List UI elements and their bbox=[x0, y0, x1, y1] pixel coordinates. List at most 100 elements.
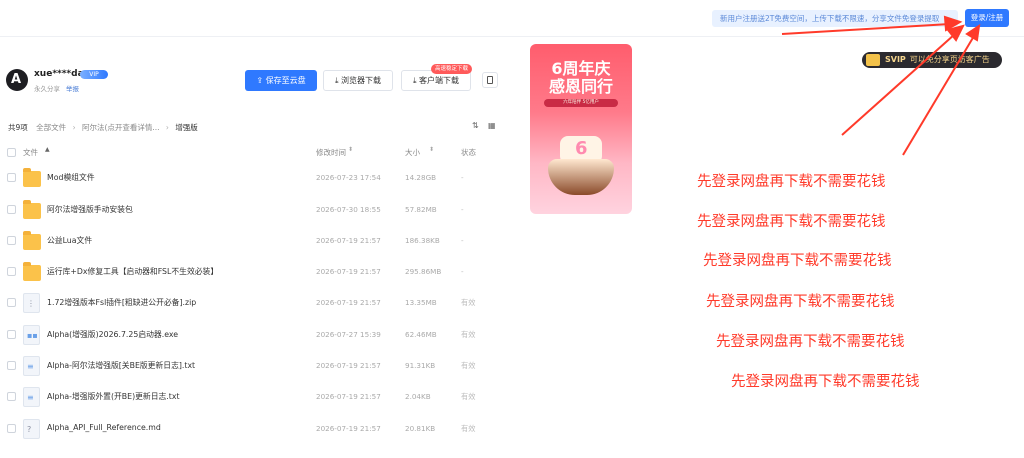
row-checkbox[interactable] bbox=[7, 267, 16, 276]
text-file-icon: ≡ bbox=[23, 387, 40, 407]
table-row[interactable]: 运行库+Dx修复工具【启动器和FSL不生效必装】 2026-07-19 21:5… bbox=[0, 257, 520, 287]
file-size: 57.82MB bbox=[405, 205, 437, 214]
download-icon: ⤓ bbox=[412, 76, 417, 85]
file-date: 2026-07-19 21:57 bbox=[316, 392, 381, 401]
avatar[interactable]: A bbox=[6, 69, 28, 91]
file-date: 2026-07-30 18:55 bbox=[316, 205, 381, 214]
item-count: 共9项 bbox=[8, 123, 28, 132]
chevron-right-icon: › bbox=[165, 123, 169, 132]
header-status: 状态 bbox=[461, 148, 476, 157]
text-file-icon: ≡ bbox=[23, 356, 40, 376]
document-icon bbox=[487, 76, 493, 84]
file-date: 2026-07-23 17:54 bbox=[316, 173, 381, 182]
file-size: 13.35MB bbox=[405, 298, 437, 307]
browser-download-button[interactable]: ⤓ 浏览器下载 bbox=[323, 70, 393, 91]
annotation-note: 先登录网盘再下载不需要花钱 bbox=[697, 174, 886, 190]
share-meta: 永久分享 举报 bbox=[34, 83, 79, 93]
table-row[interactable]: ≡ Alpha-增强版外置(开BE)更新日志.txt 2026-07-19 21… bbox=[0, 382, 520, 412]
annotation-note: 先登录网盘再下载不需要花钱 bbox=[697, 214, 886, 230]
annotation-note: 先登录网盘再下载不需要花钱 bbox=[731, 374, 920, 390]
file-name[interactable]: 阿尔法增强版手动安装包 bbox=[47, 204, 133, 215]
report-link[interactable]: 举报 bbox=[66, 85, 79, 93]
file-size: 295.86MB bbox=[405, 267, 442, 276]
folder-icon bbox=[23, 200, 41, 219]
select-all-checkbox[interactable] bbox=[7, 148, 16, 157]
folder-icon bbox=[23, 168, 41, 187]
anniversary-ad[interactable]: 6周年庆 感恩同行 六年陪伴 5亿用户 6 bbox=[530, 44, 632, 214]
breadcrumb-item-all[interactable]: 全部文件 bbox=[36, 123, 66, 132]
table-row[interactable]: ▪▪ Alpha(增强版)2026.7.25启动器.exe 2026-07-27… bbox=[0, 320, 520, 350]
file-name[interactable]: Mod模组文件 bbox=[47, 172, 95, 183]
table-row[interactable]: 阿尔法增强版手动安装包 2026-07-30 18:55 57.82MB - bbox=[0, 195, 520, 225]
more-options-button[interactable] bbox=[482, 72, 498, 88]
file-status: 有效 bbox=[461, 392, 476, 401]
sort-asc-icon[interactable]: ▲ bbox=[45, 146, 50, 153]
save-icon: ⇪ bbox=[256, 76, 264, 85]
svip-text: 可以免分享页访客广告 bbox=[909, 55, 990, 64]
file-name[interactable]: 公益Lua文件 bbox=[47, 235, 92, 246]
file-name[interactable]: 1.72增强版本Fsl插件[粗缺进公开必备].zip bbox=[47, 297, 196, 308]
file-status: - bbox=[461, 173, 464, 182]
table-row[interactable]: Mod模组文件 2026-07-23 17:54 14.28GB - bbox=[0, 163, 520, 193]
grid-view-icon[interactable]: ▦ bbox=[488, 121, 496, 130]
file-name[interactable]: Alpha(增强版)2026.7.25启动器.exe bbox=[47, 329, 178, 340]
vip-badge: VIP bbox=[80, 70, 108, 79]
row-checkbox[interactable] bbox=[7, 330, 16, 339]
table-row[interactable]: ⋮ 1.72增强版本Fsl插件[粗缺进公开必备].zip 2026-07-19 … bbox=[0, 288, 520, 318]
save-to-cloud-button[interactable]: ⇪ 保存至云盘 bbox=[245, 70, 317, 91]
row-checkbox[interactable] bbox=[7, 424, 16, 433]
zip-file-icon: ⋮ bbox=[23, 293, 40, 313]
file-size: 62.46MB bbox=[405, 330, 437, 339]
file-name[interactable]: Alpha_API_Full_Reference.md bbox=[47, 423, 161, 432]
ad-title-line2: 感恩同行 bbox=[548, 77, 613, 96]
file-size: 186.38KB bbox=[405, 236, 440, 245]
breadcrumb-item-alpha[interactable]: 阿尔法(点开查看详情... bbox=[82, 123, 160, 132]
table-header: 文件 ▲ 修改时间 大小 状态 ⬍ ⬍ bbox=[0, 145, 520, 159]
annotation-note: 先登录网盘再下载不需要花钱 bbox=[706, 294, 895, 310]
row-checkbox[interactable] bbox=[7, 205, 16, 214]
ad-title: 6周年庆 感恩同行 bbox=[530, 60, 632, 96]
folder-icon bbox=[23, 262, 41, 281]
chevron-right-icon: › bbox=[72, 123, 76, 132]
file-name[interactable]: 运行库+Dx修复工具【启动器和FSL不生效必装】 bbox=[47, 266, 218, 277]
file-name[interactable]: Alpha-增强版外置(开BE)更新日志.txt bbox=[47, 391, 180, 402]
avatar-letter: A bbox=[11, 72, 22, 87]
row-checkbox[interactable] bbox=[7, 392, 16, 401]
top-bar: 新用户注册送2T免费空间，上传下载不限速，分享文件免登录提取 登录/注册 bbox=[0, 0, 1024, 37]
table-row[interactable]: ≡ Alpha-阿尔法增强版[关BE版更新日志].txt 2026-07-19 … bbox=[0, 351, 520, 381]
cake-number: 6 bbox=[575, 138, 588, 159]
file-status: - bbox=[461, 236, 464, 245]
row-checkbox[interactable] bbox=[7, 361, 16, 370]
file-status: - bbox=[461, 205, 464, 214]
table-row[interactable]: ? Alpha_API_Full_Reference.md 2026-07-19… bbox=[0, 414, 520, 444]
file-size: 2.04KB bbox=[405, 392, 431, 401]
promo-banner[interactable]: 新用户注册送2T免费空间，上传下载不限速，分享文件免登录提取 bbox=[712, 10, 958, 27]
login-register-button[interactable]: 登录/注册 bbox=[965, 9, 1009, 27]
browser-download-label: 浏览器下载 bbox=[341, 76, 382, 85]
share-duration: 永久分享 bbox=[34, 85, 60, 93]
save-label: 保存至云盘 bbox=[265, 76, 306, 85]
sort-icon[interactable]: ⬍ bbox=[348, 146, 353, 153]
file-date: 2026-07-19 21:57 bbox=[316, 298, 381, 307]
crown-icon bbox=[866, 54, 880, 66]
header-date[interactable]: 修改时间 bbox=[316, 147, 346, 158]
table-row[interactable]: 公益Lua文件 2026-07-19 21:57 186.38KB - bbox=[0, 226, 520, 256]
sort-icon[interactable]: ⬍ bbox=[429, 146, 434, 153]
svip-label: SVIP bbox=[885, 55, 906, 64]
file-date: 2026-07-19 21:57 bbox=[316, 236, 381, 245]
high-speed-badge: 高速稳定下载 bbox=[431, 64, 472, 74]
svip-banner[interactable]: SVIP 可以免分享页访客广告 bbox=[862, 52, 1002, 68]
header-name[interactable]: 文件 bbox=[23, 147, 38, 158]
row-checkbox[interactable] bbox=[7, 173, 16, 182]
row-checkbox[interactable] bbox=[7, 236, 16, 245]
row-checkbox[interactable] bbox=[7, 298, 16, 307]
sort-icon[interactable]: ⇅ bbox=[472, 121, 479, 130]
unknown-file-icon: ? bbox=[23, 419, 40, 439]
file-date: 2026-07-19 21:57 bbox=[316, 267, 381, 276]
file-status: 有效 bbox=[461, 361, 476, 370]
client-download-label: 客户端下载 bbox=[419, 76, 460, 85]
exe-file-icon: ▪▪ bbox=[23, 325, 40, 345]
file-name[interactable]: Alpha-阿尔法增强版[关BE版更新日志].txt bbox=[47, 360, 195, 371]
header-size[interactable]: 大小 bbox=[405, 147, 420, 158]
download-icon: ⤓ bbox=[334, 76, 339, 85]
